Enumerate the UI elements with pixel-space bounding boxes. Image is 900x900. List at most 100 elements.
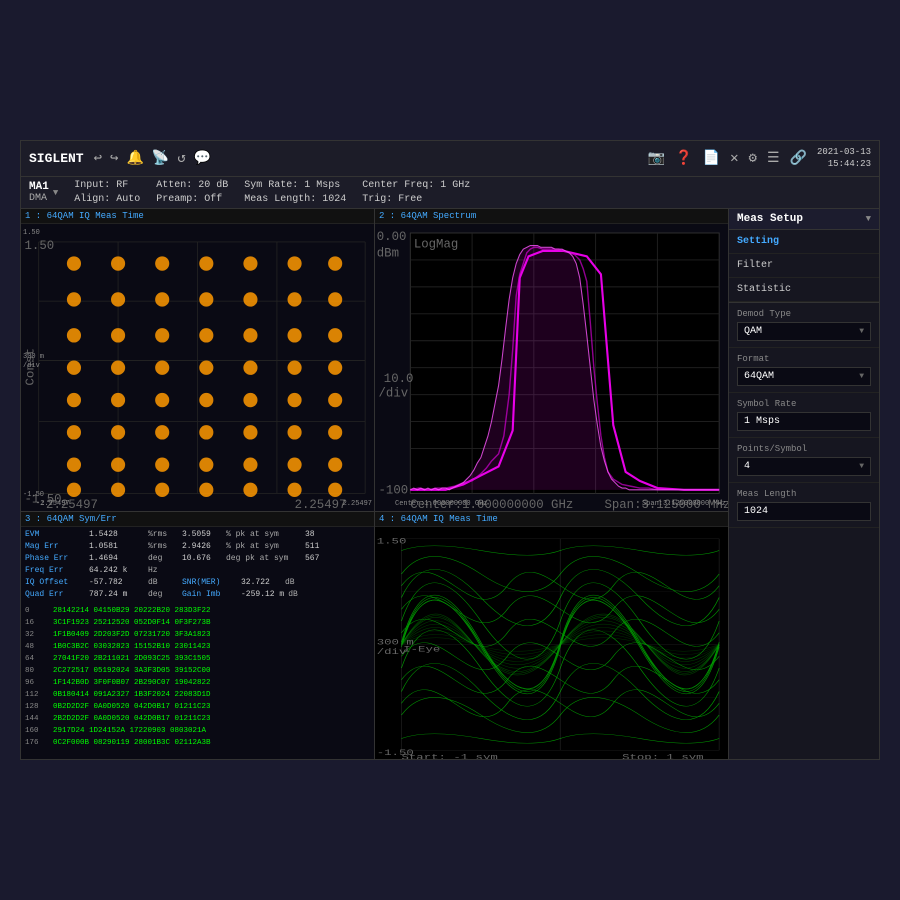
panel-2-spectrum: 2 : 64QAM Spectrum [375, 209, 728, 511]
svg-text:-100: -100 [379, 483, 409, 497]
section-format: Format 64QAM ▼ [729, 348, 879, 393]
sub-header: MA1 DMA ▼ Input: RF Align: Auto Atten: 2… [21, 177, 879, 209]
sidebar-title: Meas Setup [737, 213, 803, 225]
const-x-right: 2.25497 [343, 500, 372, 508]
top-right-icons: 📷 ❓ 📄 ✕ ⚙ ☰ 🔗 [648, 150, 807, 167]
symbol-rate-label: Symbol Rate [737, 399, 871, 409]
hex-data-table: 028142214 04150B29 20222B20 283D3F22 163… [21, 603, 374, 751]
toolbar-icons: ↩ ↪ 🔔 📡 ↺ 💬 [94, 150, 212, 167]
section-symbol-rate: Symbol Rate 1 Msps [729, 393, 879, 438]
svg-text:/div: /div [377, 648, 407, 657]
tab-statistic[interactable]: Statistic [729, 278, 879, 302]
metric-iqoffset: IQ Offset -57.782 dB SNR(MER) 32.722 dB [25, 577, 370, 589]
points-symbol-arrow: ▼ [859, 462, 864, 471]
format-value: 64QAM [744, 371, 774, 382]
demod-type-value: QAM [744, 326, 762, 337]
points-symbol-box[interactable]: 4 ▼ [737, 457, 871, 476]
ma-sub: DMA [29, 193, 49, 204]
panel-4-title: 4 : 64QAM IQ Meas Time [375, 512, 728, 527]
panels-left: 1 : 64QAM IQ Meas Time [21, 209, 729, 759]
format-arrow: ▼ [859, 372, 864, 381]
eye-diagram-svg: 1.50 -1.50 300 m /div I-Eye Start: -1 sy… [375, 527, 728, 759]
menu-icon[interactable]: ☰ [767, 150, 780, 167]
panels-top-row: 1 : 64QAM IQ Meas Time [21, 209, 728, 512]
panel-4-content: 1.50 -1.50 300 m /div I-Eye Start: -1 sy… [375, 527, 728, 759]
constellation-svg: 1.50 -1.50 -2.25497 2.25497 Const [21, 224, 374, 511]
svg-text:I-Eye: I-Eye [403, 646, 440, 655]
meas-length-label: Meas Length [737, 489, 871, 499]
panel-3-symerr: 3 : 64QAM Sym/Err EVM 1.5428 %rms 3.5059… [21, 512, 375, 759]
link-icon[interactable]: 🔗 [790, 150, 807, 167]
brand-label: SIGLENT [29, 151, 84, 166]
metric-evm: EVM 1.5428 %rms 3.5059 % pk at sym 38 [25, 529, 370, 541]
metrics-section: EVM 1.5428 %rms 3.5059 % pk at sym 38 Ma… [21, 527, 374, 603]
format-box[interactable]: 64QAM ▼ [737, 367, 871, 386]
param-symrate: Sym Rate: 1 Msps Meas Length: 1024 [244, 179, 346, 207]
panel-2-title: 2 : 64QAM Spectrum [375, 209, 728, 224]
alert-icon[interactable]: 🔔 [126, 150, 143, 167]
panel-1-constellation: 1 : 64QAM IQ Meas Time [21, 209, 375, 511]
param-input: Input: RF Align: Auto [74, 179, 140, 207]
svg-text:dBm: dBm [377, 246, 399, 260]
points-symbol-label: Points/Symbol [737, 444, 871, 454]
ma-dropdown-arrow[interactable]: ▼ [53, 188, 58, 198]
param-atten: Atten: 20 dB Preamp: Off [156, 179, 228, 207]
svg-text:1.50: 1.50 [377, 538, 407, 547]
sidebar-dropdown-arrow[interactable]: ▼ [866, 214, 871, 224]
right-sidebar: Meas Setup ▼ Setting Filter Statistic De… [729, 209, 879, 759]
demod-type-arrow: ▼ [859, 327, 864, 336]
svg-text:Stop: 1 sym: Stop: 1 sym [622, 754, 703, 759]
ma-label: MA1 [29, 181, 49, 193]
panel-3-title: 3 : 64QAM Sym/Err [21, 512, 374, 527]
camera-icon[interactable]: 📷 [648, 150, 665, 167]
meas-length-value: 1024 [744, 506, 768, 517]
settings-icon[interactable]: ⚙ [749, 150, 757, 167]
metric-freqerr: Freq Err 64.242 k Hz [25, 565, 370, 577]
panel-2-content: 0.00 dBm 10.0 /div -100 LogMag [375, 224, 728, 511]
meas-length-box[interactable]: 1024 [737, 502, 871, 521]
demod-type-box[interactable]: QAM ▼ [737, 322, 871, 341]
undo-icon[interactable]: ↩ [94, 150, 102, 167]
section-demod-type: Demod Type QAM ▼ [729, 303, 879, 348]
tab-filter[interactable]: Filter [729, 254, 879, 278]
panel-4-eye: 4 : 64QAM IQ Meas Time [375, 512, 728, 759]
svg-text:/div: /div [379, 386, 409, 400]
svg-text:0.00: 0.00 [377, 230, 407, 244]
signal-icon[interactable]: 📡 [152, 150, 169, 167]
sidebar-header: Meas Setup ▼ [729, 209, 879, 230]
panels-bottom-row: 3 : 64QAM Sym/Err EVM 1.5428 %rms 3.5059… [21, 512, 728, 759]
spectrum-x-span: Span:3.125000000 MHz [642, 500, 726, 508]
ma-selector[interactable]: MA1 DMA ▼ [29, 181, 58, 204]
metric-magerr: Mag Err 1.0581 %rms 2.9426 % pk at sym 5… [25, 541, 370, 553]
symbol-rate-value: 1 Msps [744, 416, 780, 427]
section-points-symbol: Points/Symbol 4 ▼ [729, 438, 879, 483]
tab-setting[interactable]: Setting [729, 230, 879, 254]
spectrum-svg: 0.00 dBm 10.0 /div -100 LogMag [375, 224, 728, 511]
metric-quaderr: Quad Err 787.24 m deg Gain Imb -259.12 m… [25, 589, 370, 601]
svg-text:2.25497: 2.25497 [295, 498, 347, 512]
close-icon[interactable]: ✕ [730, 150, 738, 167]
format-label: Format [737, 354, 871, 364]
const-y-bottom: -1.50 [23, 491, 44, 499]
main-area: 1 : 64QAM IQ Meas Time [21, 209, 879, 759]
svg-text:1.50: 1.50 [25, 239, 55, 253]
top-bar: SIGLENT ↩ ↪ 🔔 📡 ↺ 💬 📷 ❓ 📄 ✕ ⚙ ☰ 🔗 2021-0… [21, 141, 879, 177]
spectrum-x-center: Center:1.000000000 GHz [395, 500, 487, 508]
svg-text:Start: -1 sym: Start: -1 sym [401, 754, 497, 759]
panel-1-title: 1 : 64QAM IQ Meas Time [21, 209, 374, 224]
points-symbol-value: 4 [744, 461, 750, 472]
refresh-icon[interactable]: ↺ [177, 150, 185, 167]
file-icon[interactable]: 📄 [703, 150, 720, 167]
param-freq: Center Freq: 1 GHz Trig: Free [362, 179, 470, 207]
svg-text:LogMag: LogMag [414, 237, 458, 251]
redo-icon[interactable]: ↪ [110, 150, 118, 167]
panel-1-content: 1.50 -1.50 -2.25497 2.25497 Const [21, 224, 374, 511]
message-icon[interactable]: 💬 [194, 150, 211, 167]
demod-type-label: Demod Type [737, 309, 871, 319]
const-y-top: 1.50 [23, 229, 40, 237]
sidebar-tabs: Setting Filter Statistic [729, 230, 879, 303]
help-icon[interactable]: ❓ [675, 150, 692, 167]
const-y-div-label: 300 m/div [23, 353, 44, 370]
metric-phaseerr: Phase Err 1.4694 deg 10.676 deg pk at sy… [25, 553, 370, 565]
symbol-rate-box[interactable]: 1 Msps [737, 412, 871, 431]
